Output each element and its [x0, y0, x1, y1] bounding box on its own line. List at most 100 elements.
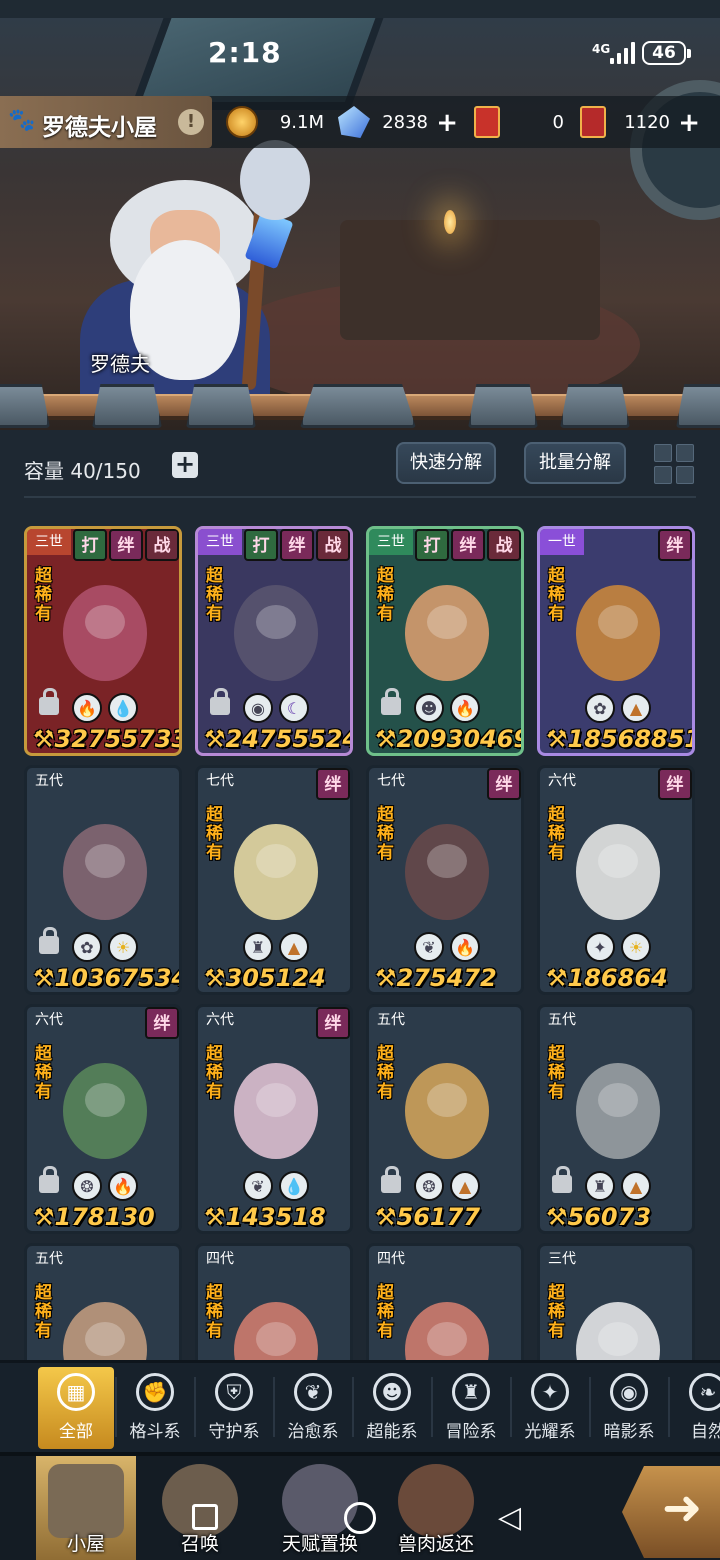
pet-card[interactable]: 五代 ✿ ☀ ⚒10367534 [24, 765, 182, 995]
tag-badge: 绊 [658, 529, 692, 561]
generation-label: 五代 [35, 1251, 63, 1267]
rarity-label: 超稀有 [35, 1283, 52, 1341]
pet-portrait [212, 565, 338, 695]
back-button[interactable]: ◁ [498, 1502, 521, 1534]
power-value: ⚒24755524 [204, 725, 350, 753]
home-tag[interactable]: 🐾 罗德夫小屋 ! [0, 96, 212, 148]
fire-element-icon: 🔥 [108, 1171, 138, 1201]
pet-card[interactable]: 四代 超稀有 [366, 1243, 524, 1360]
category-tab[interactable]: ⛨ 守护系 [196, 1367, 272, 1449]
roof-trim [0, 382, 720, 430]
lock-icon[interactable] [381, 688, 401, 715]
fire-element-icon: 🔥 [450, 693, 480, 723]
wind-element-icon: ❂ [414, 1171, 444, 1201]
category-label: 暗影系 [603, 1422, 655, 1442]
shine-element-icon: ✦ [585, 932, 615, 962]
card-tags: 绊 [143, 1007, 179, 1039]
pet-card[interactable]: 三世 超稀有打绊战 ☻ 🔥 ⚒20930469 [366, 526, 524, 756]
star-compass-icon: ✦ [531, 1373, 569, 1411]
category-label: 光耀系 [524, 1422, 576, 1442]
sprout-icon: ❦ [294, 1373, 332, 1411]
pet-card[interactable]: 五代 超稀有 ♜ ▲ ⚒56073 [537, 1004, 695, 1234]
lock-icon[interactable] [39, 927, 59, 954]
power-value: ⚒10367534 [33, 964, 179, 992]
power-value: ⚒18568851 [546, 725, 695, 753]
pet-card[interactable]: 六代 超稀有绊 ✦ ☀ ⚒186864 [537, 765, 695, 995]
pet-card[interactable]: 六代 超稀有绊 ❦ 💧 ⚒143518 [195, 1004, 353, 1234]
owl [240, 140, 310, 220]
pet-card[interactable]: 一世 超稀有绊 ✿ ▲ ⚒18568851 [537, 526, 695, 756]
red-card-icon [580, 106, 606, 138]
card-plus-button[interactable]: + [678, 108, 700, 138]
category-tab[interactable]: ☻ 超能系 [354, 1367, 430, 1449]
pet-portrait [383, 1282, 509, 1360]
tag-badge: 绊 [451, 529, 485, 561]
power-number: 56073 [567, 1203, 652, 1231]
pet-card[interactable]: 三世 超稀有打绊战 ◉ ☾ ⚒24755524 [195, 526, 353, 756]
power-value: ⚒20930469 [375, 725, 521, 753]
power-number: 32755733 [54, 725, 182, 753]
pet-card[interactable]: 七代 超稀有绊 ♜ ▲ ⚒305124 [195, 765, 353, 995]
crystal-value: 2838 [382, 112, 428, 133]
card-grid: 三世 超稀有打绊战 🔥 💧 ⚒32755733 三世 超稀有打绊战 ◉ ☾ ⚒24755524 … [24, 526, 696, 1360]
pet-card[interactable]: 六代 超稀有绊 ❂ 🔥 ⚒178130 [24, 1004, 182, 1234]
element-icons: 🔥 💧 [72, 693, 138, 723]
battery-icon: 46 [642, 41, 691, 65]
home-button[interactable] [344, 1502, 376, 1534]
element-icons: ☻ 🔥 [414, 693, 480, 723]
rarity-label: 超稀有 [206, 1283, 223, 1341]
tag-badge: 战 [316, 529, 350, 561]
rarity-label: 超稀有 [548, 1283, 565, 1341]
pet-card[interactable]: 四代 超稀有 [195, 1243, 353, 1360]
rarity-label: 超稀有 [206, 805, 223, 863]
generation-label: 七代 [206, 773, 234, 789]
category-tab[interactable]: ❦ 治愈系 [275, 1367, 351, 1449]
category-tab[interactable]: ✦ 光耀系 [512, 1367, 588, 1449]
lock-icon[interactable] [552, 1166, 572, 1193]
page-title: 罗德夫小屋 [42, 115, 157, 141]
batch-decompose-button[interactable]: 批量分解 [524, 442, 626, 484]
generation-label: 五代 [377, 1012, 405, 1028]
power-icon: ⚒ [375, 964, 397, 992]
red-ticket-icon [474, 106, 500, 138]
category-tab[interactable]: ◉ 暗影系 [591, 1367, 667, 1449]
add-capacity-button[interactable]: + [172, 452, 198, 478]
category-tab[interactable]: ❧ 自然 [670, 1367, 720, 1449]
water-element-icon: 💧 [108, 693, 138, 723]
lock-icon[interactable] [381, 1166, 401, 1193]
power-number: 18568851 [567, 725, 695, 753]
ticket-resource: 0 [474, 106, 570, 138]
pet-card[interactable]: 三代 超稀有 [537, 1243, 695, 1360]
water-element-icon: 💧 [279, 1171, 309, 1201]
pet-card[interactable]: 七代 超稀有绊 ❦ 🔥 ⚒275472 [366, 765, 524, 995]
category-tab[interactable]: ✊ 格斗系 [117, 1367, 193, 1449]
lock-icon[interactable] [39, 1166, 59, 1193]
card-tags: 绊 [314, 768, 350, 800]
power-icon: ⚒ [546, 1203, 568, 1231]
lock-icon[interactable] [39, 688, 59, 715]
pet-card[interactable]: 五代 超稀有 ❂ ▲ ⚒56177 [366, 1004, 524, 1234]
category-tab[interactable]: ♜ 冒险系 [433, 1367, 509, 1449]
quick-decompose-button[interactable]: 快速分解 [396, 442, 496, 484]
generation-label: 五代 [548, 1012, 576, 1028]
pet-card[interactable]: 五代 超稀有 [24, 1243, 182, 1360]
recents-button[interactable] [192, 1504, 218, 1530]
fire-element-icon: 🔥 [72, 693, 102, 723]
pet-card[interactable]: 三世 超稀有打绊战 🔥 💧 ⚒32755733 [24, 526, 182, 756]
generation-label: 三世 [198, 529, 242, 555]
gold-value: 9.1M [279, 112, 324, 133]
power-number: 143518 [225, 1203, 326, 1231]
psychic-element-icon: ☻ [414, 693, 444, 723]
earth-element-icon: ▲ [279, 932, 309, 962]
category-tab[interactable]: ▦ 全部 [38, 1367, 114, 1449]
lock-icon[interactable] [210, 688, 230, 715]
pet-portrait [41, 1043, 167, 1173]
generation-label: 三世 [27, 529, 71, 555]
grid-view-icon[interactable] [654, 444, 694, 484]
category-label: 格斗系 [129, 1422, 181, 1442]
top-header: 🐾 罗德夫小屋 ! 9.1M 2838 + 0 1120 + [0, 96, 720, 148]
info-icon[interactable]: ! [178, 109, 204, 135]
ticket-value: 0 [552, 112, 564, 133]
tag-badge: 绊 [487, 768, 521, 800]
crystal-plus-button[interactable]: + [436, 108, 458, 138]
